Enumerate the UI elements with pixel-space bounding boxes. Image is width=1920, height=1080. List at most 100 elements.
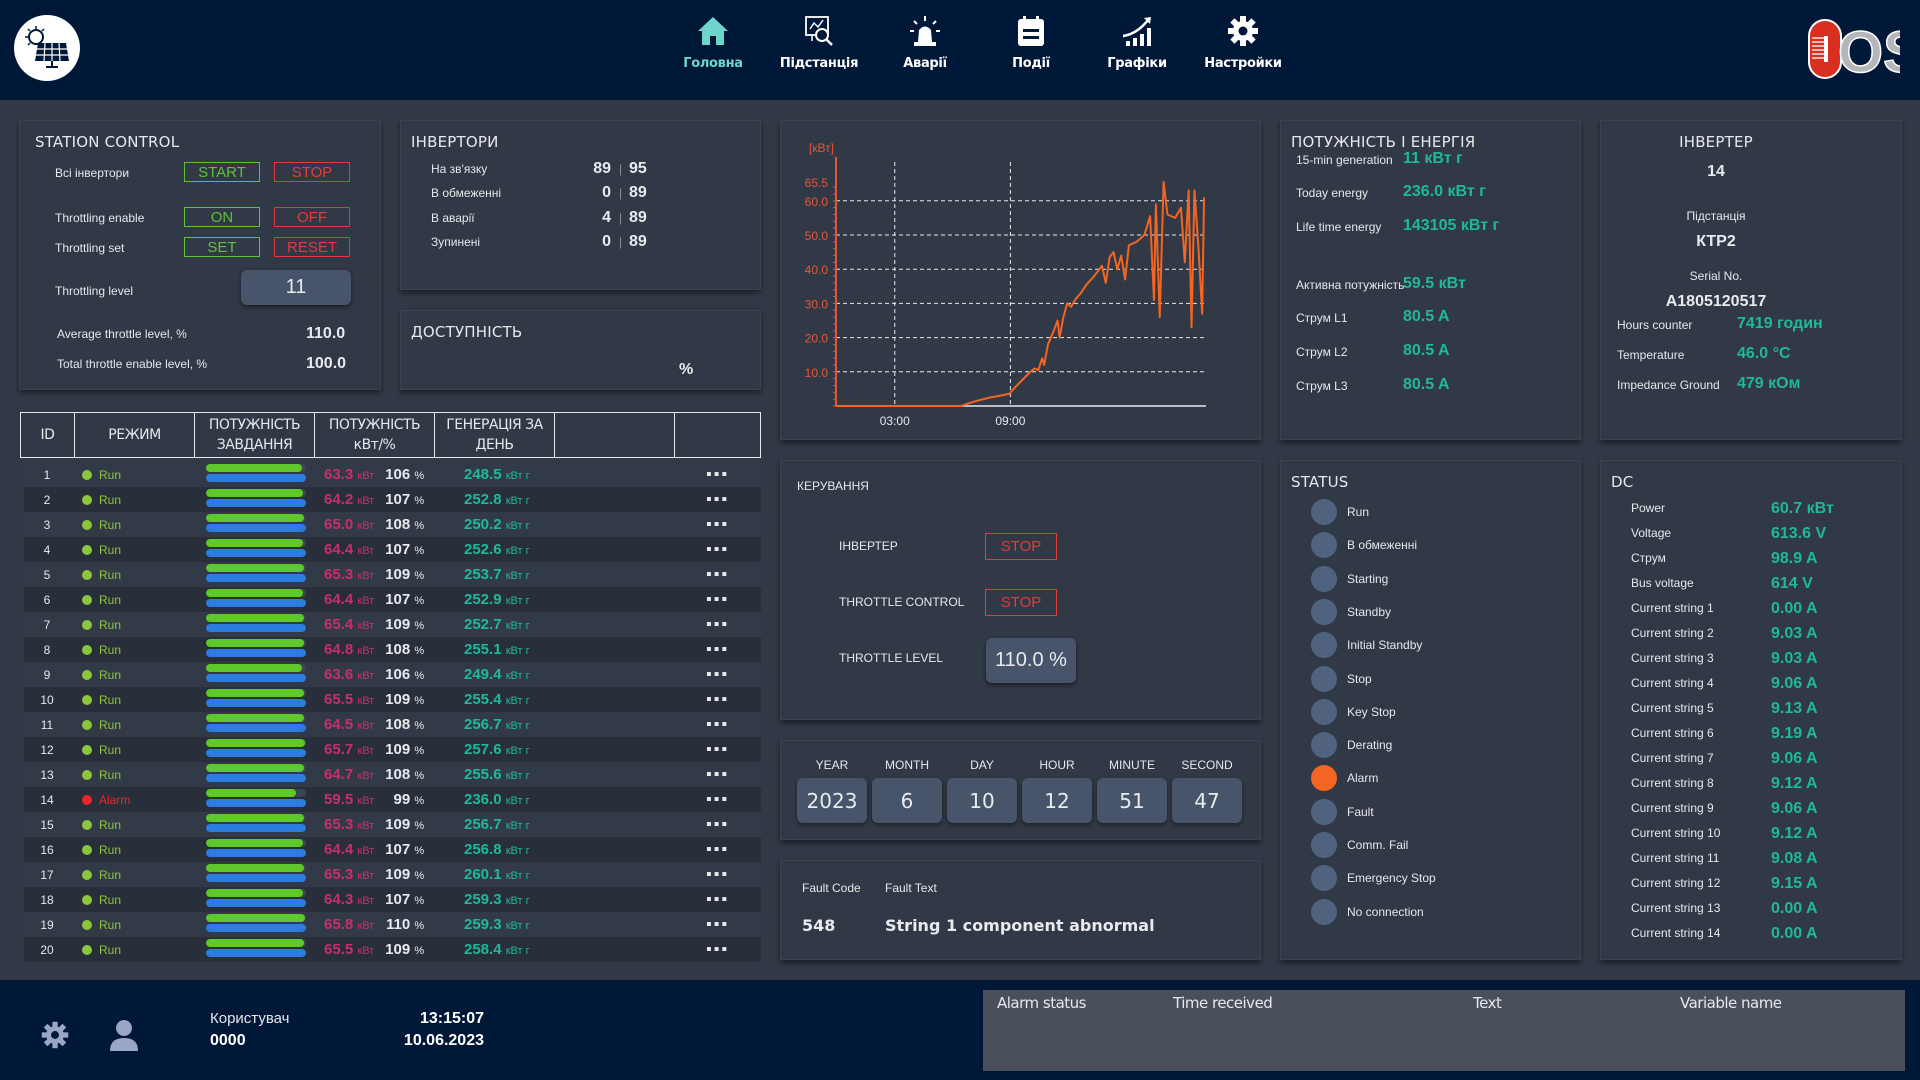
table-row[interactable]: 4 Run 64.4 кВт 107 % 252.6 кВт г ▪▪▪	[24, 537, 761, 562]
start-all-button[interactable]: START	[184, 162, 260, 182]
throttle-control-stop-button[interactable]: STOP	[985, 589, 1057, 616]
row-more-button[interactable]: ▪▪▪	[706, 516, 729, 534]
table-row[interactable]: 20 Run 65.5 кВт 109 % 258.4 кВт г ▪▪▪	[24, 937, 761, 962]
nav-substation-label: Підстанція	[779, 56, 859, 71]
nav-alarms[interactable]: Аварії	[872, 14, 978, 71]
row-more-button[interactable]: ▪▪▪	[706, 691, 729, 709]
task-bar-fill	[206, 589, 303, 597]
row-more-button[interactable]: ▪▪▪	[706, 941, 729, 959]
throttle-level-input[interactable]: 110.0 %	[986, 638, 1076, 683]
table-row[interactable]: 1 Run 63.3 кВт 106 % 248.5 кВт г ▪▪▪	[24, 462, 761, 487]
power-pct: 107	[385, 491, 411, 508]
table-row[interactable]: 8 Run 64.8 кВт 108 % 255.1 кВт г ▪▪▪	[24, 637, 761, 662]
mode-status-dot	[82, 944, 92, 955]
nav-home[interactable]: Головна	[660, 14, 766, 71]
table-row[interactable]: 6 Run 64.4 кВт 107 % 252.9 кВт г ▪▪▪	[24, 587, 761, 612]
nav-substation[interactable]: Підстанція	[766, 14, 872, 71]
datetime-value-input[interactable]: 12	[1022, 778, 1092, 823]
nav-charts[interactable]: Графіки	[1084, 14, 1190, 71]
mode-status-dot	[82, 694, 92, 705]
throttling-level-input[interactable]: 11	[241, 270, 351, 305]
row-more-button[interactable]: ▪▪▪	[706, 641, 729, 659]
nav-events[interactable]: Події	[978, 14, 1084, 71]
throttling-reset-button[interactable]: RESET	[274, 237, 350, 257]
inverter-stop-button[interactable]: STOP	[985, 533, 1057, 560]
status-lamp	[1311, 832, 1337, 858]
settings-gear-icon[interactable]	[40, 1020, 70, 1050]
power-bar-fill	[206, 474, 306, 482]
row-more-button[interactable]: ▪▪▪	[706, 591, 729, 609]
mode-label: Run	[99, 842, 122, 857]
power-bar-fill	[206, 649, 306, 657]
table-row[interactable]: 15 Run 65.3 кВт 109 % 256.7 кВт г ▪▪▪	[24, 812, 761, 837]
table-row[interactable]: 12 Run 65.7 кВт 109 % 257.6 кВт г ▪▪▪	[24, 737, 761, 762]
dc-value: 9.13 A	[1771, 700, 1818, 717]
table-row[interactable]: 7 Run 65.4 кВт 109 % 252.7 кВт г ▪▪▪	[24, 612, 761, 637]
table-row[interactable]: 9 Run 63.6 кВт 106 % 249.4 кВт г ▪▪▪	[24, 662, 761, 687]
inverter-info-value: 479 кОм	[1737, 375, 1801, 392]
datetime-value-input[interactable]: 6	[872, 778, 942, 823]
datetime-value-input[interactable]: 2023	[797, 778, 867, 823]
datetime-value-input[interactable]: 51	[1097, 778, 1167, 823]
energy-label: Today energy	[1296, 186, 1369, 200]
table-row[interactable]: 19 Run 65.8 кВт 110 % 259.3 кВт г ▪▪▪	[24, 912, 761, 937]
row-mode: Run	[82, 568, 121, 582]
status-lamp	[1311, 732, 1337, 759]
row-more-button[interactable]: ▪▪▪	[706, 766, 729, 784]
task-power-bars	[206, 464, 306, 484]
row-more-button[interactable]: ▪▪▪	[706, 491, 729, 509]
datetime-value-input[interactable]: 47	[1172, 778, 1242, 823]
row-id: 1	[43, 467, 51, 482]
row-more-button[interactable]: ▪▪▪	[706, 466, 729, 484]
gen-value: 256.7	[464, 716, 502, 733]
task-bar-fill	[206, 514, 304, 522]
row-more-button[interactable]: ▪▪▪	[706, 541, 729, 559]
throttling-set-button[interactable]: SET	[184, 237, 260, 257]
dc-value: 9.15 A	[1771, 875, 1818, 892]
row-more-button[interactable]: ▪▪▪	[706, 866, 729, 884]
power-pct-unit: %	[414, 470, 425, 482]
datetime-value-input[interactable]: 10	[947, 778, 1017, 823]
table-row[interactable]: 5 Run 65.3 кВт 109 % 253.7 кВт г ▪▪▪	[24, 562, 761, 587]
table-row[interactable]: 10 Run 65.5 кВт 109 % 255.4 кВт г ▪▪▪	[24, 687, 761, 712]
task-bar-track	[206, 614, 306, 622]
row-id: 15	[40, 817, 54, 832]
table-row[interactable]: 11 Run 64.5 кВт 108 % 256.7 кВт г ▪▪▪	[24, 712, 761, 737]
nav-settings[interactable]: Настройки	[1190, 14, 1296, 71]
user-icon[interactable]	[108, 1018, 140, 1052]
power-kw: 63.6	[324, 666, 354, 683]
row-more-button[interactable]: ▪▪▪	[706, 666, 729, 684]
power-bar-track	[206, 774, 306, 782]
table-row[interactable]: 13 Run 64.7 кВт 108 % 255.6 кВт г ▪▪▪	[24, 762, 761, 787]
row-more-button[interactable]: ▪▪▪	[706, 791, 729, 809]
row-more-button[interactable]: ▪▪▪	[706, 916, 729, 934]
row-more-button[interactable]: ▪▪▪	[706, 741, 729, 759]
row-more-button[interactable]: ▪▪▪	[706, 566, 729, 584]
row-daily-gen: 252.8 кВт г	[464, 491, 530, 508]
table-row[interactable]: 3 Run 65.0 кВт 108 % 250.2 кВт г ▪▪▪	[24, 512, 761, 537]
stop-all-button[interactable]: STOP	[274, 162, 350, 182]
events-calendar-icon	[1018, 16, 1044, 46]
power-pct: 106	[385, 666, 411, 683]
row-more-button[interactable]: ▪▪▪	[706, 891, 729, 909]
mode-label: Run	[99, 867, 122, 882]
power-bar-track	[206, 624, 306, 632]
power-bar-track	[206, 924, 306, 932]
throttling-off-button[interactable]: OFF	[274, 207, 350, 227]
row-more-button[interactable]: ▪▪▪	[706, 841, 729, 859]
fault-text-value: String 1 component abnormal	[885, 916, 1155, 935]
row-more-button[interactable]: ▪▪▪	[706, 716, 729, 734]
row-id: 17	[40, 867, 54, 882]
table-row[interactable]: 14 Alarm 59.5 кВт 99 % 236.0 кВт г ▪▪▪	[24, 787, 761, 812]
table-row[interactable]: 17 Run 65.3 кВт 109 % 260.1 кВт г ▪▪▪	[24, 862, 761, 887]
table-row[interactable]: 2 Run 64.2 кВт 107 % 252.8 кВт г ▪▪▪	[24, 487, 761, 512]
energy-label: 15-min generation	[1296, 153, 1393, 167]
table-row[interactable]: 18 Run 64.3 кВт 107 % 259.3 кВт г ▪▪▪	[24, 887, 761, 912]
row-more-button[interactable]: ▪▪▪	[706, 616, 729, 634]
throttling-on-button[interactable]: ON	[184, 207, 260, 227]
row-id: 2	[43, 492, 51, 507]
row-daily-gen: 253.7 кВт г	[464, 566, 530, 583]
power-kw-unit: кВт	[357, 820, 375, 832]
table-row[interactable]: 16 Run 64.4 кВт 107 % 256.8 кВт г ▪▪▪	[24, 837, 761, 862]
row-more-button[interactable]: ▪▪▪	[706, 816, 729, 834]
